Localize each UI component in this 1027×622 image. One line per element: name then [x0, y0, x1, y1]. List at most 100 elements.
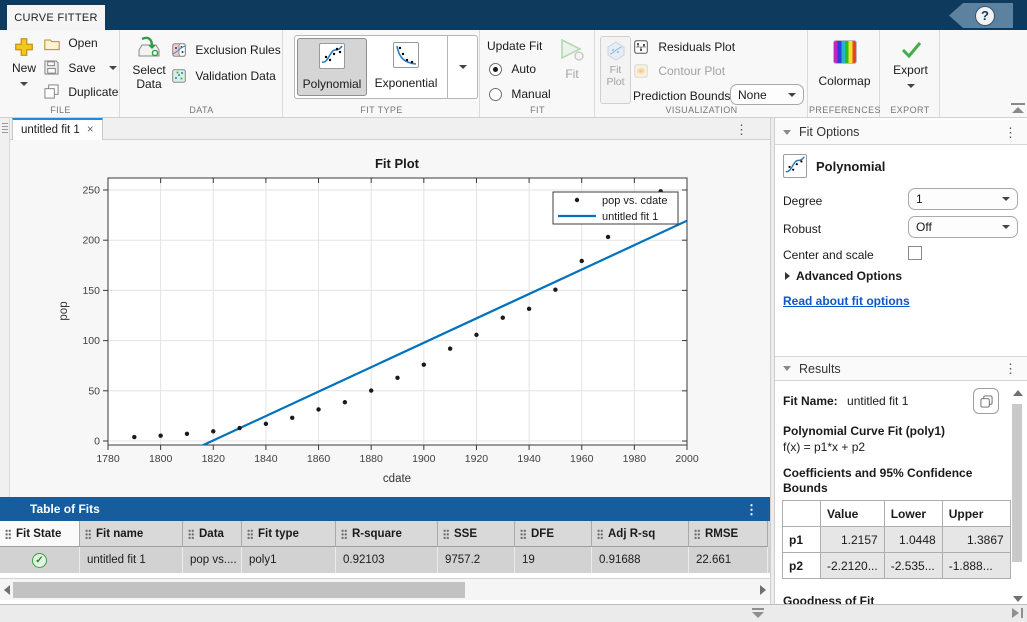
manual-radio[interactable]: Manual [489, 87, 551, 104]
tof-cell[interactable]: 0.92103 [336, 547, 438, 573]
results-menu-icon[interactable]: ⋮ [1004, 362, 1017, 375]
scroll-down-icon[interactable] [1013, 596, 1023, 602]
robust-dropdown[interactable]: Off [908, 216, 1018, 238]
document-menu-icon[interactable]: ⋮ [735, 123, 748, 136]
scrollbar-thumb[interactable] [13, 582, 465, 598]
data-point [448, 346, 452, 350]
exclusion-rules-button[interactable]: Exclusion Rules [172, 43, 281, 60]
data-point [185, 432, 189, 436]
validation-data-button[interactable]: Validation Data [172, 69, 276, 86]
expand-right-panel-icon[interactable] [1012, 608, 1023, 618]
right-panel: Fit Options ⋮ Polynomial Degree 1 Robust… [775, 118, 1027, 604]
column-grip-icon[interactable] [341, 529, 347, 539]
tof-column-header[interactable]: Fit name [80, 521, 183, 547]
minimize-ribbon-icon[interactable] [1010, 103, 1026, 113]
column-grip-icon[interactable] [694, 529, 700, 539]
column-grip-icon[interactable] [5, 529, 11, 539]
axis-label: 100 [82, 335, 100, 347]
tof-cell[interactable]: poly1 [242, 547, 336, 573]
contour-plot-button[interactable]: Contour Plot [634, 64, 725, 81]
save-dropdown-icon[interactable] [109, 66, 117, 70]
fit-type-polynomial-button[interactable]: Polynomial [297, 38, 367, 96]
column-grip-icon[interactable] [188, 529, 194, 539]
tof-column-header[interactable]: Data [183, 521, 242, 547]
tab-close-icon[interactable]: × [87, 124, 94, 136]
document-tab[interactable]: untitled fit 1 × [12, 118, 103, 140]
results-header[interactable]: Results ⋮ [775, 356, 1027, 381]
advanced-options-expander[interactable]: Advanced Options [785, 269, 902, 283]
fit-options-help-link[interactable]: Read about fit options [783, 294, 910, 308]
table-of-fits-menu-icon[interactable]: ⋮ [745, 503, 758, 516]
axis-label: 150 [82, 285, 100, 297]
tof-cell[interactable]: 0.91688 [592, 547, 689, 573]
fit-options-menu-icon[interactable]: ⋮ [1004, 126, 1017, 139]
center-scale-checkbox[interactable] [908, 246, 922, 260]
scroll-up-icon[interactable] [1013, 390, 1023, 396]
ribbon-tab-label: CURVE FITTER [14, 12, 97, 24]
fit-options-header[interactable]: Fit Options ⋮ [775, 120, 1027, 145]
tof-column-header[interactable]: SSE [438, 521, 515, 547]
tof-column-header[interactable]: Adj R-sq [592, 521, 689, 547]
prediction-bounds-dropdown[interactable]: None [730, 84, 804, 105]
colormap-button[interactable]: Colormap [809, 40, 880, 88]
column-grip-icon[interactable] [85, 529, 91, 539]
degree-dropdown[interactable]: 1 [908, 188, 1018, 210]
section-file: New Open Save Duplicate FILE [2, 30, 120, 117]
axis-label: cdate [383, 473, 411, 485]
axis-label: 1780 [96, 453, 120, 465]
auto-radio[interactable]: Auto [489, 62, 536, 79]
column-grip-icon[interactable] [247, 529, 253, 539]
fit-plot-toggle[interactable]: Fit Plot [600, 36, 631, 104]
new-button[interactable]: New [8, 36, 40, 89]
scroll-right-icon[interactable] [760, 585, 766, 595]
section-preferences: Colormap PREFERENCES [809, 30, 880, 117]
collapse-icon[interactable] [783, 130, 791, 135]
advanced-options-label: Advanced Options [796, 269, 902, 283]
axis-label: 1840 [254, 453, 278, 465]
results-collapse-icon[interactable] [783, 366, 791, 371]
collapse-bottom-panel-icon[interactable] [752, 608, 766, 618]
tof-cell[interactable]: pop vs.... [183, 547, 242, 573]
new-dropdown-icon[interactable] [20, 82, 28, 86]
scroll-left-icon[interactable] [4, 585, 10, 595]
exponential-label: Exponential [375, 76, 438, 90]
tof-column-header[interactable]: RMSE [689, 521, 768, 547]
export-dropdown-icon[interactable] [907, 84, 915, 88]
fit-type-exponential-button[interactable]: Exponential [371, 38, 441, 96]
tof-column-header[interactable]: Fit State [0, 521, 80, 547]
column-grip-icon[interactable] [443, 529, 449, 539]
fit-type-gallery-dropdown[interactable] [447, 36, 478, 98]
table-row[interactable]: ✓untitled fit 1pop vs....poly10.92103975… [0, 547, 770, 573]
tof-column-header[interactable]: Fit type [242, 521, 336, 547]
results-scrollbar-thumb[interactable] [1012, 404, 1022, 562]
ribbon-tab-curve-fitter[interactable]: CURVE FITTER [7, 5, 105, 30]
duplicate-button[interactable]: Duplicate [44, 84, 118, 102]
column-grip-icon[interactable] [597, 529, 603, 539]
tof-cell[interactable]: 22.661 [689, 547, 768, 573]
column-grip-icon[interactable] [520, 529, 526, 539]
help-icon[interactable]: ? [975, 6, 995, 26]
polynomial-model-icon [783, 154, 807, 178]
section-label-fit-type: FIT TYPE [284, 105, 479, 115]
horizontal-scrollbar[interactable] [0, 578, 770, 600]
results-scrollbar[interactable] [1011, 388, 1024, 604]
open-button[interactable]: Open [44, 36, 98, 54]
tof-column-header[interactable]: R-square [336, 521, 438, 547]
tof-column-header[interactable]: DFE [515, 521, 592, 547]
fit-plot-chart[interactable]: 1780180018201840186018801900192019401960… [10, 140, 770, 497]
fit-button[interactable]: Fit [553, 38, 591, 81]
fit-type-gallery: Polynomial Exponential [294, 35, 478, 99]
left-panel-splitter[interactable] [0, 118, 10, 497]
copy-results-button[interactable] [973, 388, 999, 414]
select-data-button[interactable]: Select Data [129, 36, 169, 91]
gallery-caret-icon [459, 65, 467, 69]
save-button[interactable]: Save [44, 60, 117, 78]
tof-cell[interactable]: untitled fit 1 [80, 547, 183, 573]
coef-row-label: p1 [783, 527, 821, 553]
residuals-plot-button[interactable]: Residuals Plot [634, 40, 735, 57]
export-button[interactable]: Export [881, 40, 940, 91]
fit-plot-label-1: Fit [601, 64, 630, 76]
tof-cell[interactable]: 9757.2 [438, 547, 515, 573]
tof-cell[interactable]: 19 [515, 547, 592, 573]
tof-cell[interactable]: ✓ [0, 547, 80, 573]
